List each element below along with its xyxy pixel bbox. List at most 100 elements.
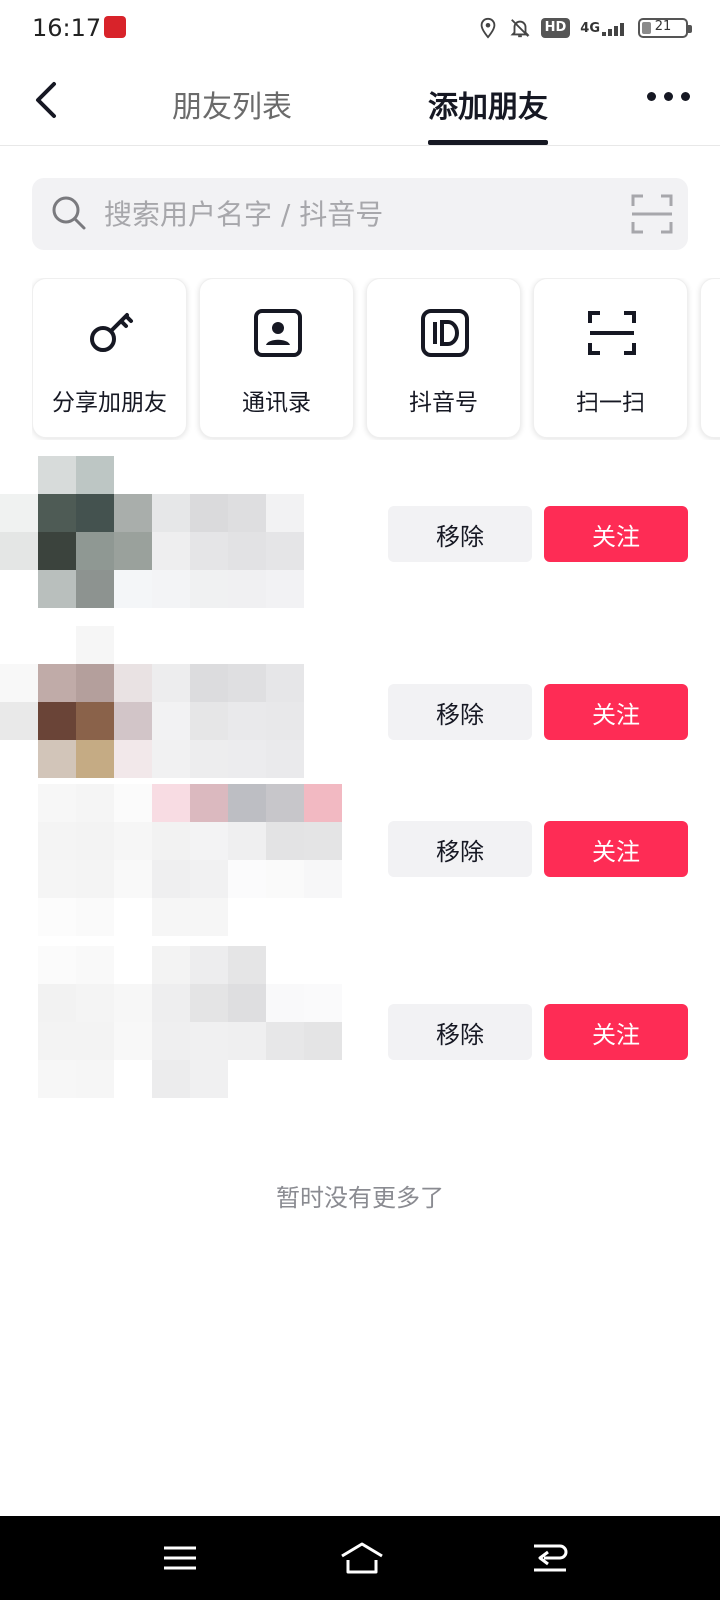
follow-button[interactable]: 关注 [544,684,688,740]
mosaic-cell [304,860,342,898]
remove-button[interactable]: 移除 [388,1004,532,1060]
mosaic-cell [0,664,38,702]
mosaic-cell [152,822,190,860]
mosaic-cell [228,456,266,494]
id-icon [421,309,469,357]
mosaic-cell [152,1022,190,1060]
mosaic-cell [266,626,304,664]
user-row[interactable]: 移除 关注 [0,626,720,784]
mosaic-cell [190,860,228,898]
header: 朋友列表 添加朋友 [0,56,720,146]
battery-icon: 21 [638,18,692,38]
search-input[interactable] [104,178,604,250]
mosaic-row [0,984,350,1022]
follow-button[interactable]: 关注 [544,821,688,877]
mosaic-cell [38,784,76,822]
back-icon[interactable] [530,1538,570,1578]
search-bar[interactable] [32,178,688,250]
mosaic-cell [0,702,38,740]
mosaic-cell [266,532,304,570]
mosaic-cell [0,740,38,778]
mosaic-cell [304,898,342,936]
mosaic-cell [38,1060,76,1098]
mosaic-cell [304,984,342,1022]
quick-actions-row: 分享加朋友 通讯录 抖音号 扫一扫 [32,278,720,438]
mosaic-cell [304,664,342,702]
blurred-user-info [0,456,350,608]
mosaic-cell [38,984,76,1022]
mosaic-row [0,570,350,608]
mosaic-cell [190,946,228,984]
mosaic-cell [152,898,190,936]
mosaic-cell [114,822,152,860]
mosaic-cell [76,532,114,570]
mosaic-cell [76,456,114,494]
mosaic-cell [190,784,228,822]
mosaic-cell [266,494,304,532]
mosaic-cell [266,860,304,898]
battery-level: 21 [654,19,672,34]
mosaic-cell [228,784,266,822]
screen: 16:17 HD 4G 21 朋友列表 添加朋友 搜索用户名字 / 抖音号 分享… [0,0,720,1600]
battery-tip [688,25,692,33]
remove-button[interactable]: 移除 [388,684,532,740]
mosaic-row [0,494,350,532]
mosaic-cell [38,860,76,898]
mosaic-cell [0,532,38,570]
more-options-icon[interactable] [647,92,690,101]
mosaic-cell [228,626,266,664]
quick-action-contacts[interactable]: 通讯录 [199,278,354,438]
mosaic-cell [152,456,190,494]
quick-action-scan[interactable]: 扫一扫 [533,278,688,438]
quick-actions: 分享加朋友 通讯录 抖音号 扫一扫 [32,278,720,440]
remove-button[interactable]: 移除 [388,506,532,562]
mosaic-cell [152,740,190,778]
follow-button[interactable]: 关注 [544,1004,688,1060]
mosaic-cell [76,1060,114,1098]
tab-friend-list[interactable]: 朋友列表 [172,82,292,126]
signal-icon [602,23,624,36]
tab-add-friend[interactable]: 添加朋友 [428,82,548,126]
mosaic-cell [190,494,228,532]
mosaic-row [0,860,350,898]
scan-code-icon[interactable] [630,192,674,236]
mosaic-cell [190,664,228,702]
mosaic-cell [228,822,266,860]
remove-button[interactable]: 移除 [388,821,532,877]
menu-icon[interactable] [160,1538,200,1578]
mosaic-cell [266,664,304,702]
mosaic-cell [190,984,228,1022]
user-row[interactable]: 移除 关注 [0,946,720,1116]
mosaic-cell [0,626,38,664]
quick-action-label: 通讯录 [242,390,311,416]
mosaic-cell [152,702,190,740]
user-row[interactable]: 移除 关注 [0,456,720,626]
back-arrow-icon[interactable] [26,78,70,122]
app-notification-icon [104,16,126,38]
mosaic-cell [228,946,266,984]
mosaic-row [0,898,350,936]
mosaic-cell [38,456,76,494]
mosaic-cell [0,860,38,898]
mosaic-cell [114,740,152,778]
mosaic-cell [114,702,152,740]
mosaic-cell [114,664,152,702]
dot [647,92,656,101]
mosaic-row [0,456,350,494]
mosaic-cell [152,494,190,532]
mosaic-cell [228,664,266,702]
quick-action-more[interactable] [700,278,720,438]
mosaic-cell [38,740,76,778]
mosaic-cell [76,984,114,1022]
quick-action-douyin-id[interactable]: 抖音号 [366,278,521,438]
mute-bell-icon [510,19,530,38]
quick-action-share[interactable]: 分享加朋友 [32,278,187,438]
follow-button[interactable]: 关注 [544,506,688,562]
home-icon[interactable] [338,1538,386,1578]
mosaic-cell [266,456,304,494]
mosaic-row [0,740,350,778]
mosaic-cell [152,860,190,898]
user-row[interactable]: 移除 关注 [0,784,720,946]
status-bar: 16:17 HD 4G 21 [0,0,720,56]
mosaic-cell [0,1022,38,1060]
